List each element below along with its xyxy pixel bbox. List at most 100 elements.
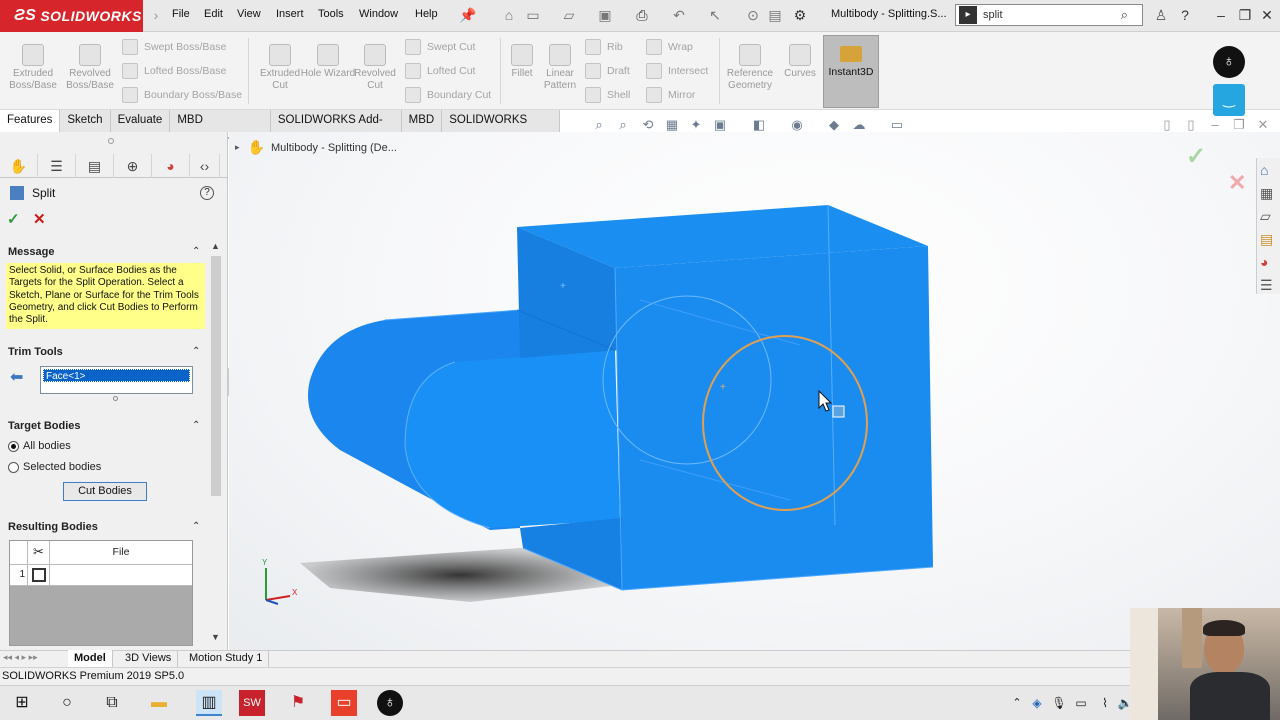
collapse-chevron-icon[interactable]: ⌃	[192, 420, 200, 431]
ok-check-icon[interactable]: ✓	[7, 210, 20, 228]
pdf-reader-taskbar-icon[interactable]: ⚑	[285, 690, 311, 716]
select-icon[interactable]: ↖	[706, 6, 724, 24]
user-icon[interactable]: ♙	[1152, 6, 1170, 24]
display-manager-tab-icon[interactable]: ◕	[152, 154, 190, 178]
save-icon[interactable]: ▣	[596, 6, 614, 24]
tab-sketch[interactable]: Sketch	[60, 110, 111, 132]
resources-home-icon[interactable]: ⌂	[1260, 162, 1268, 178]
view-close-icon[interactable]: ✕	[1254, 117, 1272, 133]
design-library-icon[interactable]: ▦	[1260, 185, 1273, 202]
file-explorer-taskbar-icon[interactable]: ▬	[146, 690, 172, 716]
collapse-chevron-icon[interactable]: ⌃	[192, 521, 200, 532]
panel-grip-icon[interactable]	[108, 138, 114, 144]
custom-properties-icon[interactable]: ☰	[1260, 277, 1273, 294]
section-view-icon[interactable]: ▦	[663, 117, 681, 133]
task-view-icon[interactable]: ⧉	[99, 690, 125, 716]
presentation-taskbar-icon[interactable]: ▭	[331, 690, 357, 716]
intersect-button[interactable]: Intersect	[646, 60, 708, 82]
edit-appearance-icon[interactable]: ◆	[825, 117, 843, 133]
tab-scroll-buttons-icon[interactable]: ◂◂ ◂ ▸ ▸▸	[3, 652, 38, 663]
all-bodies-option[interactable]: All bodies	[8, 440, 71, 452]
tab-mbd-dimensions[interactable]: MBD Dimensions	[170, 110, 271, 147]
menu-view[interactable]: View	[237, 8, 261, 20]
lightbulb-app-icon[interactable]: ♁	[1213, 46, 1245, 78]
options-gear-icon[interactable]: ⚙	[791, 6, 809, 24]
view-settings-icon[interactable]: ▭	[888, 117, 906, 133]
scroll-up-icon[interactable]: ▲	[211, 241, 220, 251]
tab-motion-study-1[interactable]: Motion Study 1	[183, 650, 270, 667]
cancel-x-icon[interactable]: ✕	[33, 210, 46, 228]
tile-left-icon[interactable]: ▯	[1158, 117, 1176, 133]
view-restore-icon[interactable]: ❐	[1230, 117, 1248, 133]
undo-icon[interactable]: ↶	[670, 6, 688, 24]
extruded-boss-button[interactable]: Extruded Boss/Base	[4, 38, 62, 108]
scroll-down-icon[interactable]: ▼	[211, 632, 220, 642]
revolved-cut-button[interactable]: Revolved Cut	[346, 38, 404, 108]
tab-evaluate[interactable]: Evaluate	[110, 110, 171, 132]
trim-tools-selection-box[interactable]: Face<1>	[40, 366, 193, 394]
dimxpert-tab-icon[interactable]: ⊕	[114, 154, 152, 178]
curves-button[interactable]: Curves	[778, 38, 822, 108]
tab-solidworks-cam[interactable]: SOLIDWORKS CAM	[442, 110, 560, 147]
hide-show-items-icon[interactable]: ◉	[788, 117, 806, 133]
home-icon[interactable]: ⌂	[500, 6, 518, 24]
file-properties-icon[interactable]: ▤	[766, 6, 784, 24]
swept-cut-button[interactable]: Swept Cut	[405, 36, 475, 58]
help-icon[interactable]: ?	[200, 186, 214, 200]
view-orientation-icon[interactable]: ▣	[711, 117, 729, 133]
dynamic-annotation-icon[interactable]: ✦	[687, 117, 705, 133]
tray-app-icon[interactable]: ▭	[1068, 690, 1094, 716]
menu-tools[interactable]: Tools	[318, 8, 344, 20]
feature-manager-tab-icon[interactable]: ✋	[0, 154, 38, 178]
revolved-boss-button[interactable]: Revolved Boss/Base	[61, 38, 119, 108]
draft-button[interactable]: Draft	[585, 60, 630, 82]
view-palette-icon[interactable]: ▤	[1260, 231, 1273, 248]
close-icon[interactable]: ✕	[1258, 6, 1276, 24]
mirror-button[interactable]: Mirror	[646, 84, 695, 106]
smile-app-icon[interactable]: ‿	[1213, 84, 1245, 116]
tab-3d-views[interactable]: 3D Views	[119, 650, 179, 667]
tab-features[interactable]: Features	[0, 110, 61, 132]
wrap-button[interactable]: Wrap	[646, 36, 693, 58]
selected-bodies-option[interactable]: Selected bodies	[8, 461, 101, 473]
confirm-cancel-icon[interactable]: ✕	[1228, 170, 1246, 196]
zoom-to-fit-icon[interactable]: ⌕	[590, 117, 608, 133]
shell-button[interactable]: Shell	[585, 84, 630, 106]
solidworks-logo[interactable]: ƧS SOLIDWORKS	[0, 0, 143, 32]
menu-edit[interactable]: Edit	[204, 8, 223, 20]
magnifier-icon[interactable]: ⌕	[1121, 7, 1128, 23]
all-bodies-radio[interactable]	[8, 440, 19, 452]
trim-selection-item[interactable]: Face<1>	[43, 369, 190, 382]
table-row[interactable]: 1	[10, 565, 192, 586]
windows-start-icon[interactable]: ⊞	[9, 690, 35, 716]
chevron-right-icon[interactable]: ›	[147, 6, 165, 24]
panel-scrollbar[interactable]: ▲ ▼	[209, 240, 223, 646]
appearances-icon[interactable]: ◕	[1260, 254, 1268, 270]
display-style-icon[interactable]: ◧	[750, 117, 768, 133]
menu-window[interactable]: Window	[359, 8, 398, 20]
boundary-boss-button[interactable]: Boundary Boss/Base	[122, 84, 242, 106]
swept-boss-button[interactable]: Swept Boss/Base	[122, 36, 226, 58]
property-manager-tab-icon[interactable]: ☰	[38, 154, 76, 178]
tab-mbd[interactable]: MBD	[401, 110, 443, 132]
body-checkbox-cell[interactable]	[28, 565, 50, 585]
scroll-thumb[interactable]	[211, 256, 221, 496]
pin-icon[interactable]: 📌	[459, 6, 477, 24]
zoom-to-area-icon[interactable]: ⌕	[614, 117, 632, 133]
rib-button[interactable]: Rib	[585, 36, 623, 58]
menu-insert[interactable]: Insert	[276, 8, 304, 20]
restore-icon[interactable]: ❐	[1236, 6, 1254, 24]
help-question-icon[interactable]: ?	[1176, 6, 1194, 24]
reference-geometry-button[interactable]: Reference Geometry	[722, 38, 778, 108]
tab-model[interactable]: Model	[68, 650, 113, 667]
cortana-circle-icon[interactable]: ○	[54, 690, 80, 716]
search-input[interactable]	[983, 9, 1093, 21]
tile-right-icon[interactable]: ▯	[1182, 117, 1200, 133]
tab-solidworks-add-ins[interactable]: SOLIDWORKS Add-Ins	[270, 110, 402, 147]
menu-file[interactable]: File	[172, 8, 190, 20]
boundary-cut-button[interactable]: Boundary Cut	[405, 84, 491, 106]
collapse-chevron-icon[interactable]: ⌃	[192, 246, 200, 257]
print-icon[interactable]: ⎙	[633, 6, 651, 24]
file-cell[interactable]	[50, 565, 192, 585]
minimize-icon[interactable]: –	[1212, 6, 1230, 24]
